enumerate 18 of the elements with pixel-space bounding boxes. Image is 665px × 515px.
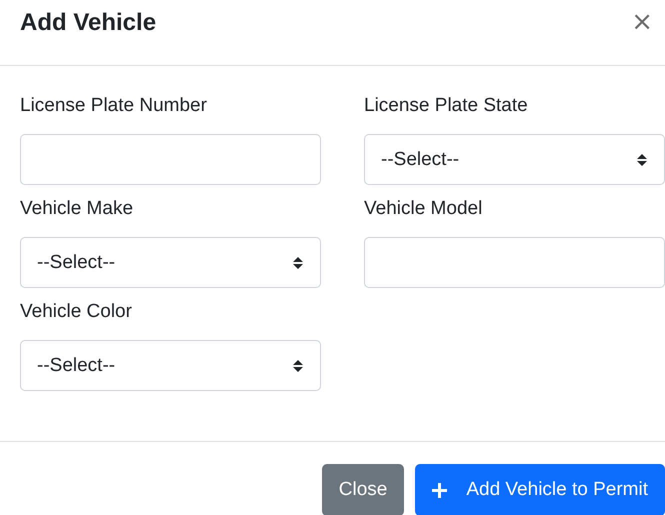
select-field[interactable]: --Select-- — [20, 237, 321, 288]
up-down-arrows-icon — [292, 256, 304, 270]
field-label: License Plate State — [364, 94, 529, 118]
plus-icon — [432, 482, 448, 498]
select-field[interactable]: --Select-- — [20, 340, 321, 391]
close-button[interactable]: × — [631, 8, 653, 34]
text-field[interactable] — [20, 134, 321, 185]
select-field[interactable]: --Select-- — [364, 134, 665, 185]
up-down-arrows-icon — [636, 152, 648, 166]
text-field[interactable] — [364, 237, 665, 288]
dialog-title: Add Vehicle — [20, 8, 156, 38]
up-down-arrows-icon — [292, 358, 304, 372]
add-vehicle-button[interactable]: Add Vehicle to Permit — [415, 464, 665, 515]
field-label: Vehicle Make — [20, 197, 134, 221]
close-button[interactable]: Close — [322, 464, 404, 515]
field-label: Vehicle Model — [364, 197, 484, 221]
field-label: Vehicle Color — [20, 300, 133, 324]
field-label: License Plate Number — [20, 94, 208, 118]
